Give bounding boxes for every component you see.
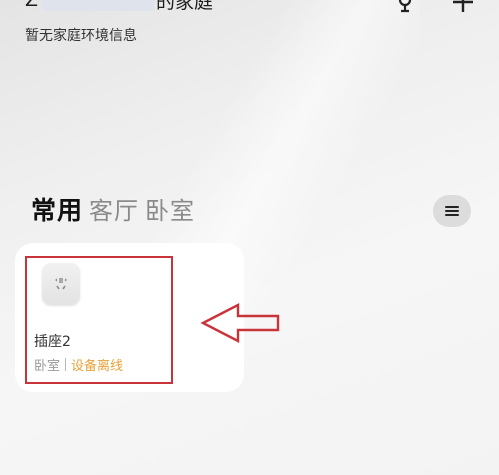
home-title-prefix: Z <box>25 0 39 11</box>
room-menu-button[interactable] <box>433 195 471 227</box>
device-status-row: 卧室 设备离线 <box>34 355 123 374</box>
smart-plug-icon <box>42 263 80 305</box>
hamburger-menu-icon <box>445 206 459 216</box>
device-room: 卧室 <box>34 359 61 374</box>
add-icon[interactable] <box>451 0 475 14</box>
voice-assistant-icon[interactable] <box>393 0 417 14</box>
annotation-arrow-icon <box>200 303 280 343</box>
redacted-home-name <box>42 0 155 11</box>
status-divider <box>65 358 67 371</box>
home-title[interactable]: Z 的家庭 <box>25 0 214 13</box>
tab-living-room[interactable]: 客厅 <box>89 191 139 226</box>
tab-favorites[interactable]: 常用 <box>31 191 83 227</box>
home-environment-info: 暂无家庭环境信息 <box>25 28 137 44</box>
room-tabs: 常用 客厅 卧室 <box>31 191 195 227</box>
device-offline-status: 设备离线 <box>71 359 124 374</box>
device-name: 插座2 <box>34 334 71 350</box>
header-actions <box>393 0 475 14</box>
tab-bedroom[interactable]: 卧室 <box>145 191 195 226</box>
home-title-suffix: 的家庭 <box>156 0 214 13</box>
